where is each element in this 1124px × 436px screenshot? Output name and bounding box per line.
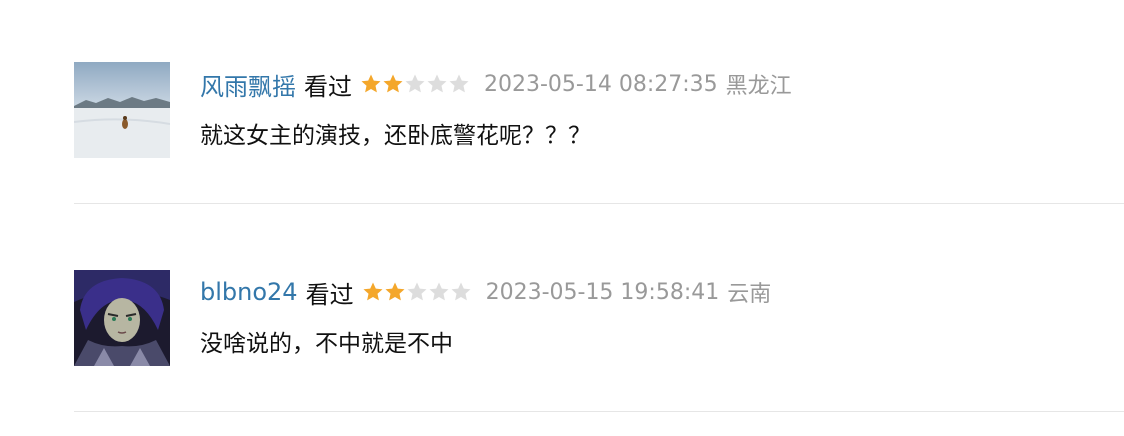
comment-time[interactable]: 2023-05-14 08:27:35 [484, 72, 718, 97]
divider [74, 411, 1124, 412]
star-filled-icon [385, 282, 405, 301]
username-link[interactable]: blbno24 [200, 278, 298, 306]
watch-status: 看过 [305, 280, 354, 309]
star-empty-icon [429, 282, 449, 301]
star-empty-icon [405, 74, 425, 93]
star-filled-icon [383, 74, 403, 93]
comment-location: 黑龙江 [725, 74, 792, 99]
avatar[interactable] [74, 62, 170, 158]
star-filled-icon [363, 282, 383, 301]
comment-content: 没啥说的，不中就是不中 [200, 331, 453, 357]
avatar[interactable] [74, 270, 170, 366]
star-empty-icon [451, 282, 471, 301]
comment-meta: blbno24 看过 2023-05-15 19:58:41 云南 [200, 274, 771, 310]
star-empty-icon [427, 74, 447, 93]
comment-time[interactable]: 2023-05-15 19:58:41 [486, 280, 720, 305]
comment-meta: 风雨飘摇 看过 2023-05-14 08:27:35 黑龙江 [200, 66, 792, 102]
username-link[interactable]: 风雨飘摇 [200, 67, 296, 102]
star-empty-icon [449, 74, 469, 93]
comment-location: 云南 [727, 282, 772, 307]
divider [74, 203, 1124, 204]
rating-stars [362, 281, 472, 303]
watch-status: 看过 [304, 72, 352, 101]
comment-content: 就这女主的演技，还卧底警花呢？？？ [200, 123, 591, 149]
star-filled-icon [361, 74, 381, 93]
rating-stars [360, 73, 470, 95]
star-empty-icon [407, 282, 427, 301]
